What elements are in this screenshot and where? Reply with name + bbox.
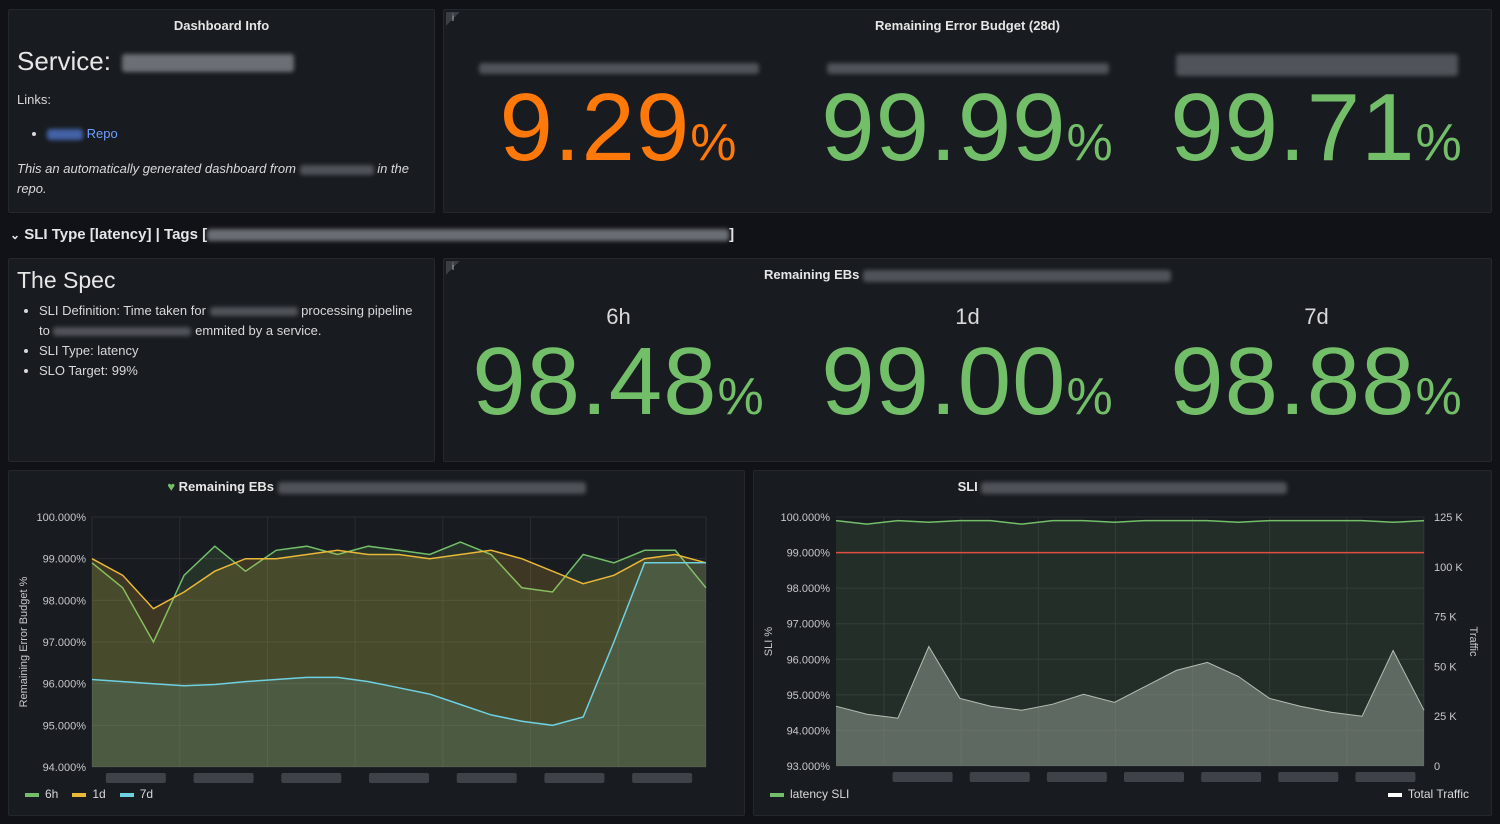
y2-tick-label: 25 K	[1434, 711, 1457, 723]
legend-item[interactable]: latency SLI	[770, 787, 849, 801]
y-tick-label: 98.000%	[43, 595, 87, 607]
stat-item: 99.71%	[1142, 54, 1491, 181]
redacted-stat-label	[1175, 54, 1458, 76]
panel-title: Remaining EBs	[444, 267, 1491, 282]
legend-item[interactable]: 7d	[119, 787, 153, 801]
sli-area	[836, 520, 1424, 766]
list-item: SLI Type: latency	[39, 341, 426, 361]
panel-title: Remaining Error Budget (28d)	[875, 18, 1060, 33]
stat-group: 9.29% 99.99% 99.71%	[444, 54, 1491, 181]
links-list: Repo	[17, 124, 118, 144]
stat-value: 98.88%	[1170, 328, 1463, 435]
stat-item: 9.29%	[444, 60, 793, 176]
redacted-x-tick	[105, 773, 166, 783]
y-tick-label: 100.000%	[36, 512, 86, 524]
chart-legend-left: latency SLI	[770, 787, 849, 801]
stat-item: 6h 98.48%	[444, 304, 793, 430]
sli-chart[interactable]: 100.000% 99.000% 98.000% 97.000% 96.000% 95.0…	[754, 471, 1491, 815]
redacted-x-tick	[1046, 772, 1107, 782]
redacted-x-tick	[281, 773, 342, 783]
y-tick-label: 98.000%	[787, 583, 831, 595]
redacted-x-tick	[892, 772, 953, 782]
stat-value: 99.00%	[821, 328, 1114, 435]
redacted-link-prefix	[47, 129, 83, 141]
redacted-tags	[207, 229, 730, 242]
redacted-x-tick	[1278, 772, 1339, 782]
stat-value: 99.71%	[1170, 74, 1463, 181]
legend-item[interactable]: 1d	[72, 787, 106, 801]
auto-generated-note: This an automatically generated dashboar…	[17, 161, 409, 196]
y-tick-label: 96.000%	[787, 654, 831, 666]
panel-title: Dashboard Info	[173, 18, 270, 33]
redacted-x-tick	[456, 773, 517, 783]
chart-legend: 6h 1d 7d	[25, 787, 153, 801]
y2-tick-label: 50 K	[1434, 661, 1457, 673]
stat-value: 9.29%	[499, 74, 738, 181]
redacted-x-tick	[369, 773, 429, 783]
redacted-x-tick	[1201, 772, 1262, 782]
y2-tick-label: 0	[1434, 761, 1440, 773]
stat-item: 7d 98.88%	[1142, 304, 1491, 430]
sli-graph-panel: SLI 100.000% 99.000% 98.000% 97.000% 96.000%…	[753, 470, 1492, 816]
redacted-text	[53, 327, 192, 337]
stat-value: 99.99%	[821, 74, 1114, 181]
redacted-x-tick	[193, 773, 254, 783]
stat-item: 1d 99.00%	[793, 304, 1142, 430]
list-item: SLO Target: 99%	[39, 361, 426, 381]
service-heading: Service:	[17, 46, 295, 77]
y-tick-label: 94.000%	[787, 725, 831, 737]
y-axis-label: SLI %	[763, 627, 775, 657]
stat-value: 98.48%	[472, 328, 765, 435]
row-title: SLI Type [latency] | Tags [	[24, 226, 208, 243]
legend-item[interactable]: 6h	[25, 787, 58, 801]
y2-axis-label: Traffic	[1467, 627, 1479, 657]
remaining-ebs-graph-panel: ♥ Remaining EBs 100.000% 99.000% 98.000% 97…	[8, 470, 745, 816]
list-item: Repo	[47, 124, 118, 144]
list-item: SLI Definition: Time taken for processin…	[39, 301, 426, 341]
remaining-error-budget-panel: i Remaining Error Budget (28d) 9.29% 99.…	[443, 9, 1492, 213]
y2-tick-label: 100 K	[1434, 562, 1463, 574]
redacted-x-tick	[969, 772, 1030, 782]
y-tick-label: 94.000%	[43, 762, 87, 774]
spec-list: SLI Definition: Time taken for processin…	[9, 301, 426, 381]
y-tick-label: 95.000%	[787, 690, 831, 702]
redacted-x-tick	[632, 773, 693, 783]
redacted-x-tick	[544, 773, 605, 783]
y-axis-label: Remaining Error Budget %	[18, 576, 30, 707]
redacted-stat-label	[478, 63, 759, 75]
stat-item: 99.99%	[793, 60, 1142, 176]
redacted-stat-label	[826, 63, 1109, 75]
chart-legend-right: Total Traffic	[1387, 787, 1469, 801]
redacted-text	[209, 307, 298, 317]
row-header[interactable]: ⌄ SLI Type [latency] | Tags []	[10, 226, 734, 243]
y-tick-label: 97.000%	[43, 637, 87, 649]
repo-link[interactable]: Repo	[87, 126, 118, 141]
y-tick-label: 97.000%	[787, 619, 831, 631]
stat-group: 6h 98.48% 1d 99.00% 7d 98.88%	[444, 304, 1491, 430]
y-tick-label: 100.000%	[780, 512, 830, 524]
redacted-title	[862, 269, 1171, 282]
spec-title: The Spec	[17, 267, 116, 293]
remaining-ebs-stat-panel: i Remaining EBs 6h 98.48% 1d 99.00% 7d 9…	[443, 258, 1492, 462]
y-tick-label: 99.000%	[787, 548, 831, 560]
y-tick-label: 93.000%	[787, 761, 831, 773]
y-tick-label: 99.000%	[43, 554, 87, 566]
redacted-source	[299, 164, 374, 175]
remaining-ebs-chart[interactable]: 100.000% 99.000% 98.000% 97.000% 96.000% 95.0…	[9, 471, 744, 815]
redacted-x-tick	[1124, 772, 1184, 782]
y2-tick-label: 75 K	[1434, 612, 1457, 624]
the-spec-panel: The Spec SLI Definition: Time taken for …	[8, 258, 435, 462]
redacted-x-tick	[1355, 772, 1416, 782]
dashboard-info-panel: Dashboard Info Service: Links: Repo This…	[8, 9, 435, 213]
y2-tick-label: 125 K	[1434, 512, 1463, 524]
chevron-down-icon: ⌄	[10, 228, 21, 242]
links-label: Links:	[17, 92, 51, 107]
y-tick-label: 95.000%	[43, 720, 87, 732]
legend-item[interactable]: Total Traffic	[1387, 787, 1469, 801]
y-tick-label: 96.000%	[43, 679, 87, 691]
redacted-service-name	[122, 54, 295, 73]
